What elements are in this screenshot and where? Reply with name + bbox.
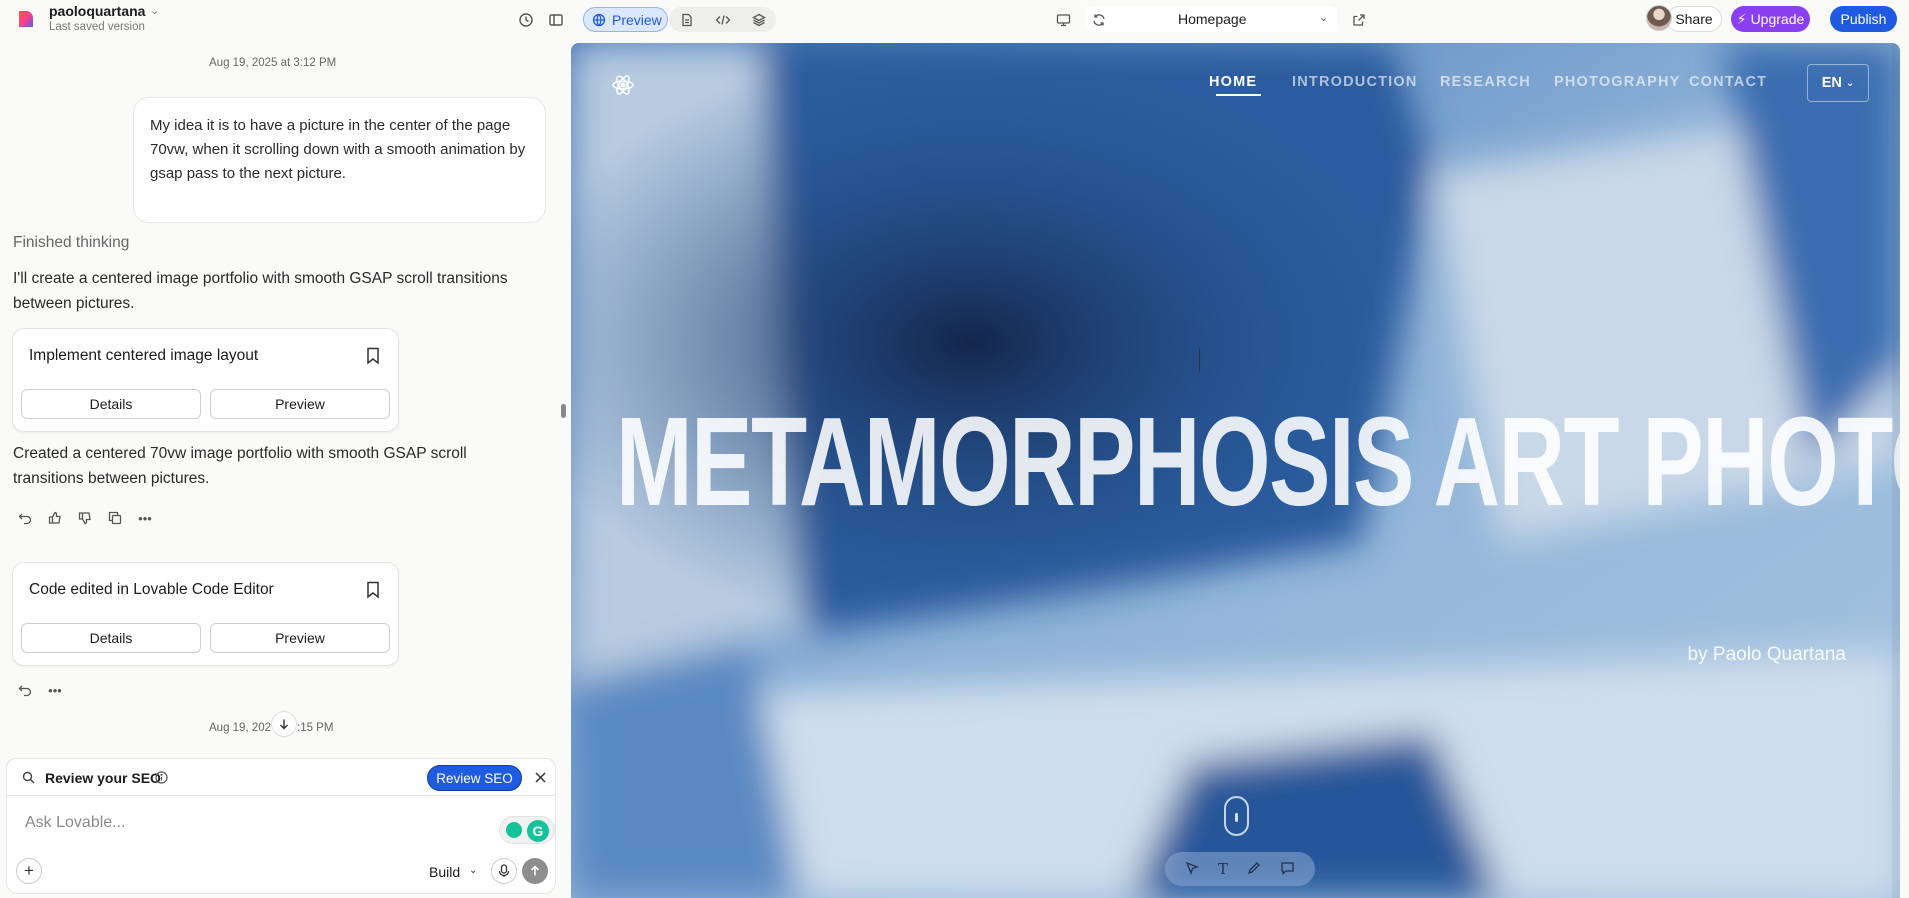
action-card: Implement centered image layout Details …	[12, 328, 399, 432]
grammarly-widget[interactable]: G	[499, 816, 555, 844]
search-icon	[22, 771, 35, 784]
globe-icon	[592, 13, 606, 26]
arrow-up-icon	[530, 865, 540, 876]
preview-button[interactable]: Preview	[210, 389, 390, 419]
action-card: Code edited in Lovable Code Editor Detai…	[12, 562, 399, 666]
attach-button[interactable]: +	[16, 858, 42, 884]
undo-icon[interactable]	[18, 511, 32, 525]
copy-icon[interactable]	[108, 511, 122, 525]
top-bar: paoloquartana ⌄ Last saved version Previ…	[0, 0, 1909, 40]
assistant-message: I'll create a centered image portfolio w…	[13, 270, 508, 312]
code-icon[interactable]	[713, 10, 733, 30]
scroll-indicator-icon	[1224, 796, 1249, 836]
hero-title: METAMORPHOSIS ART PHOTO	[616, 391, 1900, 532]
refresh-icon[interactable]	[1089, 10, 1109, 30]
external-link-icon[interactable]	[1349, 10, 1369, 30]
nav-contact[interactable]: CONTACT	[1689, 74, 1767, 90]
chat-input[interactable]	[25, 810, 495, 836]
saved-status: Last saved version	[49, 21, 145, 33]
preview-tab[interactable]: Preview	[583, 7, 668, 32]
info-icon[interactable]	[155, 771, 168, 784]
card-title: Implement centered image layout	[29, 347, 259, 364]
project-name[interactable]: paoloquartana	[49, 3, 145, 19]
lovable-logo-icon[interactable]	[16, 9, 36, 29]
chat-panel: Aug 19, 2025 at 3:12 PM My idea it is to…	[0, 40, 570, 898]
plus-icon: +	[24, 861, 34, 880]
desktop-icon[interactable]	[1053, 10, 1073, 30]
message-actions: •••	[18, 683, 62, 698]
hero-byline: by Paolo Quartana	[1687, 644, 1846, 665]
more-icon[interactable]: •••	[48, 683, 62, 698]
timestamp: Aug 19, 202	[209, 722, 272, 734]
message-actions: •••	[18, 511, 152, 526]
pencil-icon[interactable]	[1247, 861, 1261, 878]
chat-composer: G + Build ⌄	[6, 796, 556, 894]
microphone-button[interactable]	[491, 858, 517, 884]
scroll-to-bottom-button[interactable]	[271, 711, 297, 737]
layers-icon[interactable]	[749, 10, 769, 30]
publish-button[interactable]: Publish	[1830, 6, 1897, 32]
details-button[interactable]: Details	[21, 389, 201, 419]
send-button[interactable]	[522, 858, 548, 884]
share-button[interactable]: Share	[1666, 6, 1722, 32]
sidebar-toggle-icon[interactable]	[546, 10, 566, 30]
nav-photography[interactable]: PHOTOGRAPHY	[1554, 74, 1681, 90]
route-label: Homepage	[1178, 11, 1247, 27]
language-label: EN	[1821, 75, 1842, 91]
nav-introduction[interactable]: INTRODUCTION	[1292, 74, 1418, 90]
thinking-status[interactable]: Finished thinking	[13, 234, 129, 252]
review-seo-button[interactable]: Review SEO	[427, 765, 522, 791]
chevron-down-icon: ⌄	[1845, 77, 1855, 89]
grammarly-icon: G	[527, 820, 549, 842]
lightbulb-icon	[506, 822, 522, 838]
bookmark-icon[interactable]	[366, 581, 380, 599]
language-selector[interactable]: EN ⌄	[1807, 64, 1869, 102]
user-message: My idea it is to have a picture in the c…	[133, 97, 546, 223]
timestamp: Aug 19, 2025 at 3:12 PM	[209, 57, 337, 69]
thumbs-down-icon[interactable]	[78, 511, 92, 525]
chat-scrollbar-thumb[interactable]	[561, 404, 566, 418]
mode-selector[interactable]: Build	[429, 864, 460, 880]
text-tool-icon[interactable]: T	[1218, 860, 1228, 878]
chat-scrollbar[interactable]	[559, 45, 567, 755]
seo-label: Review your SEO	[45, 770, 161, 786]
nav-home[interactable]: HOME	[1209, 74, 1257, 90]
site-logo-icon[interactable]	[609, 69, 637, 101]
chevron-down-icon[interactable]: ⌄	[1319, 11, 1328, 24]
visual-edit-toolbar: T	[1165, 852, 1315, 886]
bookmark-icon[interactable]	[366, 347, 380, 365]
close-icon[interactable]	[535, 772, 546, 783]
chevron-down-icon[interactable]: ⌄	[469, 865, 477, 876]
lightning-icon: ⚡	[1736, 10, 1747, 27]
arrow-down-icon	[280, 719, 288, 730]
details-button[interactable]: Details	[21, 623, 201, 653]
undo-icon[interactable]	[18, 683, 32, 697]
select-element-icon[interactable]	[1185, 861, 1199, 878]
avatar[interactable]	[1646, 5, 1672, 31]
upgrade-button[interactable]: ⚡ Upgrade	[1731, 6, 1810, 32]
more-icon[interactable]: •••	[138, 511, 152, 526]
comment-icon[interactable]	[1280, 861, 1295, 878]
thumbs-up-icon[interactable]	[48, 511, 62, 525]
history-icon[interactable]	[516, 10, 536, 30]
text-cursor	[1199, 348, 1200, 372]
site-preview[interactable]: HOME INTRODUCTION RESEARCH PHOTOGRAPHY C…	[571, 43, 1900, 898]
assistant-message: Created a centered 70vw image portfolio …	[13, 445, 467, 487]
card-title: Code edited in Lovable Code Editor	[29, 581, 274, 598]
document-icon[interactable]	[677, 10, 697, 30]
seo-suggestion-bar: Review your SEO Review SEO	[6, 758, 556, 796]
nav-active-indicator	[1216, 94, 1261, 96]
chevron-down-icon[interactable]: ⌄	[150, 4, 159, 17]
timestamp: :15 PM	[297, 722, 334, 734]
preview-tab-label: Preview	[612, 11, 662, 28]
nav-research[interactable]: RESEARCH	[1440, 74, 1531, 90]
upgrade-label: Upgrade	[1750, 11, 1805, 27]
microphone-icon	[498, 864, 510, 877]
preview-scrollbar[interactable]	[1892, 43, 1900, 898]
preview-button[interactable]: Preview	[210, 623, 390, 653]
